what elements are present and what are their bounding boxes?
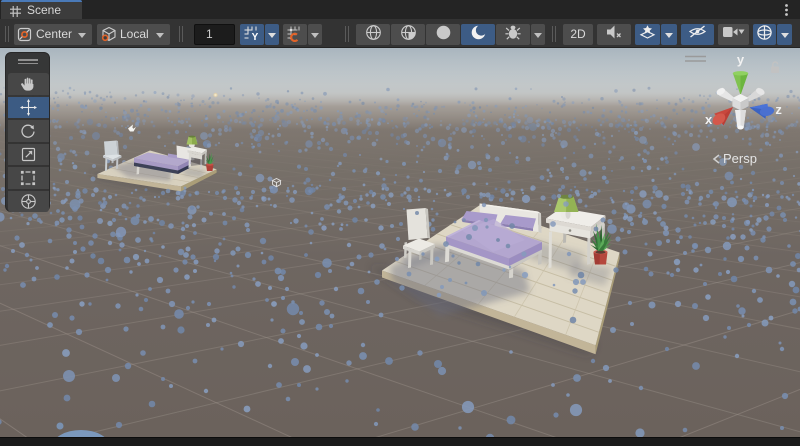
svg-text:Y: Y	[252, 32, 259, 42]
svg-text:x: x	[705, 112, 713, 127]
svg-text:y: y	[737, 52, 745, 67]
svg-text:z: z	[775, 102, 782, 117]
